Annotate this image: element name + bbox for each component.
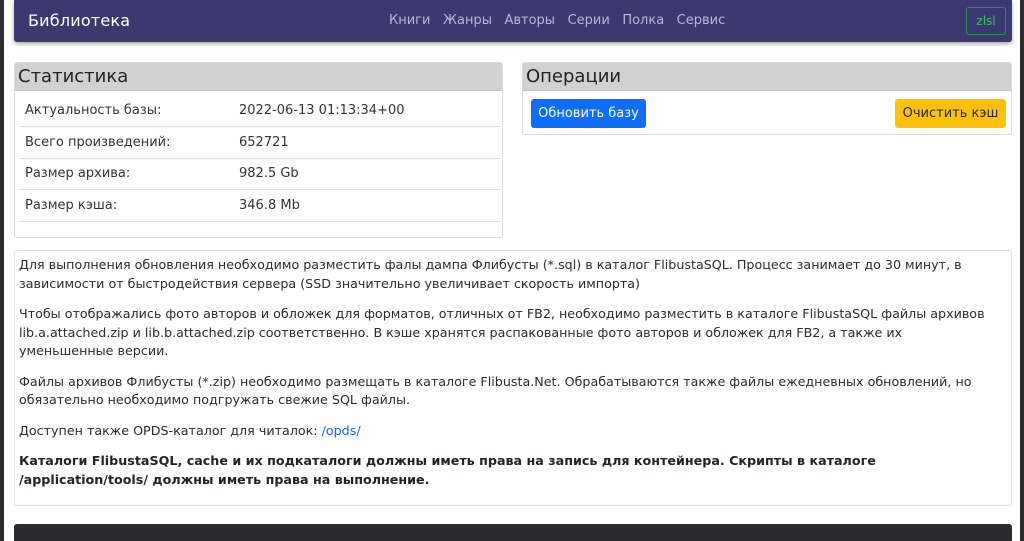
nav-links: Книги Жанры Авторы Серии Полка Сервис xyxy=(389,13,738,28)
nav-link-genres[interactable]: Жанры xyxy=(443,13,492,28)
nav-link-service[interactable]: Сервис xyxy=(677,13,726,28)
brand-title[interactable]: Библиотека xyxy=(28,11,130,30)
stat-label: Размер архива: xyxy=(19,158,239,190)
stat-label: Актуальность базы: xyxy=(19,95,239,127)
table-row: Размер кэша: 346.8 Mb xyxy=(19,189,500,222)
user-button[interactable]: zlsl xyxy=(966,7,1006,35)
update-database-button[interactable]: Обновить базу xyxy=(531,99,646,128)
page: Библиотека Книги Жанры Авторы Серии Полк… xyxy=(4,0,1020,541)
clear-cache-button[interactable]: Очистить кэш xyxy=(895,99,1006,128)
nav-link-series[interactable]: Серии xyxy=(568,13,610,28)
stat-value: 2022-06-13 01:13:34+00 xyxy=(239,95,500,127)
stat-value: 346.8 Mb xyxy=(239,189,500,222)
nav-link-shelf[interactable]: Полка xyxy=(622,13,664,28)
info-archives-text: Файлы архивов Флибусты (*.zip) необходим… xyxy=(19,373,972,408)
footer-bar xyxy=(14,524,1012,541)
info-opds-text: Доступен также OPDS-каталог для читалок:… xyxy=(19,422,994,441)
operations-card: Операции Обновить базу Очистить кэш xyxy=(522,62,1012,135)
stats-table: Актуальность базы: 2022-06-13 01:13:34+0… xyxy=(19,95,500,222)
info-update-text: Для выполнения обновления необходимо раз… xyxy=(19,257,962,291)
info-permissions-text: Каталоги FlibustaSQL, cache и их подката… xyxy=(19,453,876,487)
operations-title: Операции xyxy=(523,63,1011,91)
stats-card: Статистика Актуальность базы: 2022-06-13… xyxy=(14,62,503,238)
table-row: Размер архива: 982.5 Gb xyxy=(19,158,500,190)
stats-title: Статистика xyxy=(15,63,502,91)
stat-value: 652721 xyxy=(239,126,500,159)
opds-prefix: Доступен также OPDS-каталог для читалок: xyxy=(19,422,322,438)
stat-value: 982.5 Gb xyxy=(239,158,500,190)
opds-link[interactable]: /opds/ xyxy=(322,423,361,438)
navbar: Библиотека Книги Жанры Авторы Серии Полк… xyxy=(14,0,1012,42)
info-covers-text: Чтобы отображались фото авторов и обложе… xyxy=(19,306,985,358)
table-row: Актуальность базы: 2022-06-13 01:13:34+0… xyxy=(19,95,500,127)
table-row: Всего произведений: 652721 xyxy=(19,126,500,159)
info-panel: Для выполнения обновления необходимо раз… xyxy=(14,250,1012,506)
stat-label: Всего произведений: xyxy=(19,126,239,159)
stat-label: Размер кэша: xyxy=(19,189,239,222)
nav-link-authors[interactable]: Авторы xyxy=(504,13,555,28)
nav-link-books[interactable]: Книги xyxy=(389,13,430,28)
